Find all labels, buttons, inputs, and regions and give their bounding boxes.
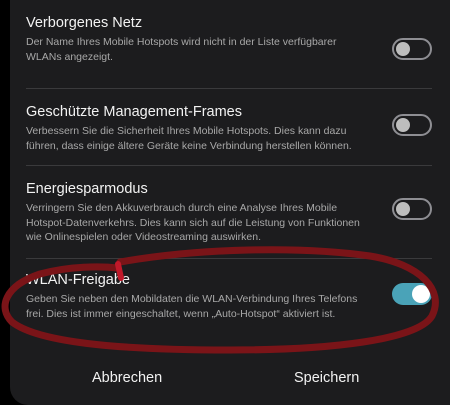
setting-power-saving-mode[interactable]: Energiesparmodus Verringern Sie den Akku… — [26, 180, 440, 245]
cancel-button[interactable]: Abbrechen — [92, 370, 162, 386]
hidden-network-toggle[interactable] — [392, 38, 432, 60]
setting-title: WLAN-Freigabe — [26, 272, 130, 288]
toggle-knob — [396, 118, 410, 132]
setting-title: Energiesparmodus — [26, 181, 148, 197]
setting-description: Verringern Sie den Akkuverbrauch durch e… — [26, 202, 360, 243]
power-saving-mode-toggle[interactable] — [392, 198, 432, 220]
setting-title: Geschützte Management-Frames — [26, 104, 242, 120]
setting-description: Der Name Ihres Mobile Hotspots wird nich… — [26, 36, 337, 63]
settings-sheet: Verborgenes Netz Der Name Ihres Mobile H… — [10, 0, 450, 405]
save-button[interactable]: Speichern — [294, 370, 359, 386]
setting-title: Verborgenes Netz — [26, 15, 143, 31]
setting-hidden-network[interactable]: Verborgenes Netz Der Name Ihres Mobile H… — [26, 14, 440, 64]
setting-description: Verbessern Sie die Sicherheit Ihres Mobi… — [26, 125, 352, 152]
toggle-knob — [396, 202, 410, 216]
setting-protected-management-frames[interactable]: Geschützte Management-Frames Verbessern … — [26, 103, 440, 153]
screen: Verborgenes Netz Der Name Ihres Mobile H… — [0, 0, 450, 405]
setting-description: Geben Sie neben den Mobildaten die WLAN-… — [26, 293, 358, 320]
divider — [26, 258, 432, 259]
protected-management-frames-toggle[interactable] — [392, 114, 432, 136]
wifi-sharing-toggle[interactable] — [392, 283, 432, 305]
toggle-knob — [396, 42, 410, 56]
toggle-knob — [412, 285, 430, 303]
divider — [26, 88, 432, 89]
setting-wifi-sharing[interactable]: WLAN-Freigabe Geben Sie neben den Mobild… — [26, 271, 440, 321]
divider — [26, 165, 432, 166]
